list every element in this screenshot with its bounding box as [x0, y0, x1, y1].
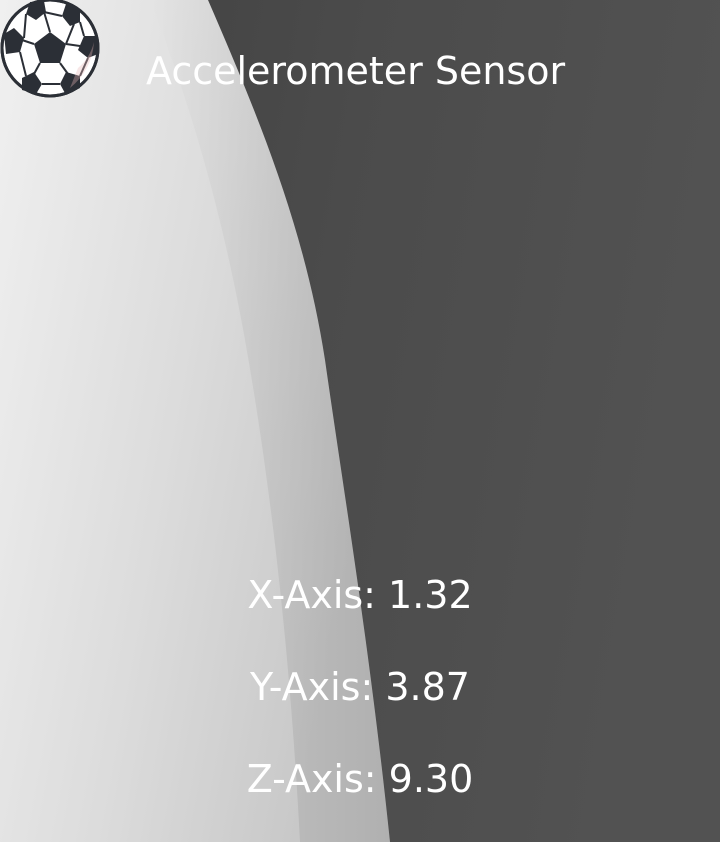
app-title: Accelerometer Sensor [146, 49, 566, 93]
y-axis-reading: Y-Axis: 3.87 [250, 665, 470, 709]
z-axis-reading: Z-Axis: 9.30 [246, 757, 474, 801]
soccer-ball-icon [0, 0, 100, 98]
soccer-ball[interactable] [0, 0, 100, 98]
x-axis-reading: X-Axis: 1.32 [247, 573, 473, 617]
background-image [0, 0, 720, 842]
